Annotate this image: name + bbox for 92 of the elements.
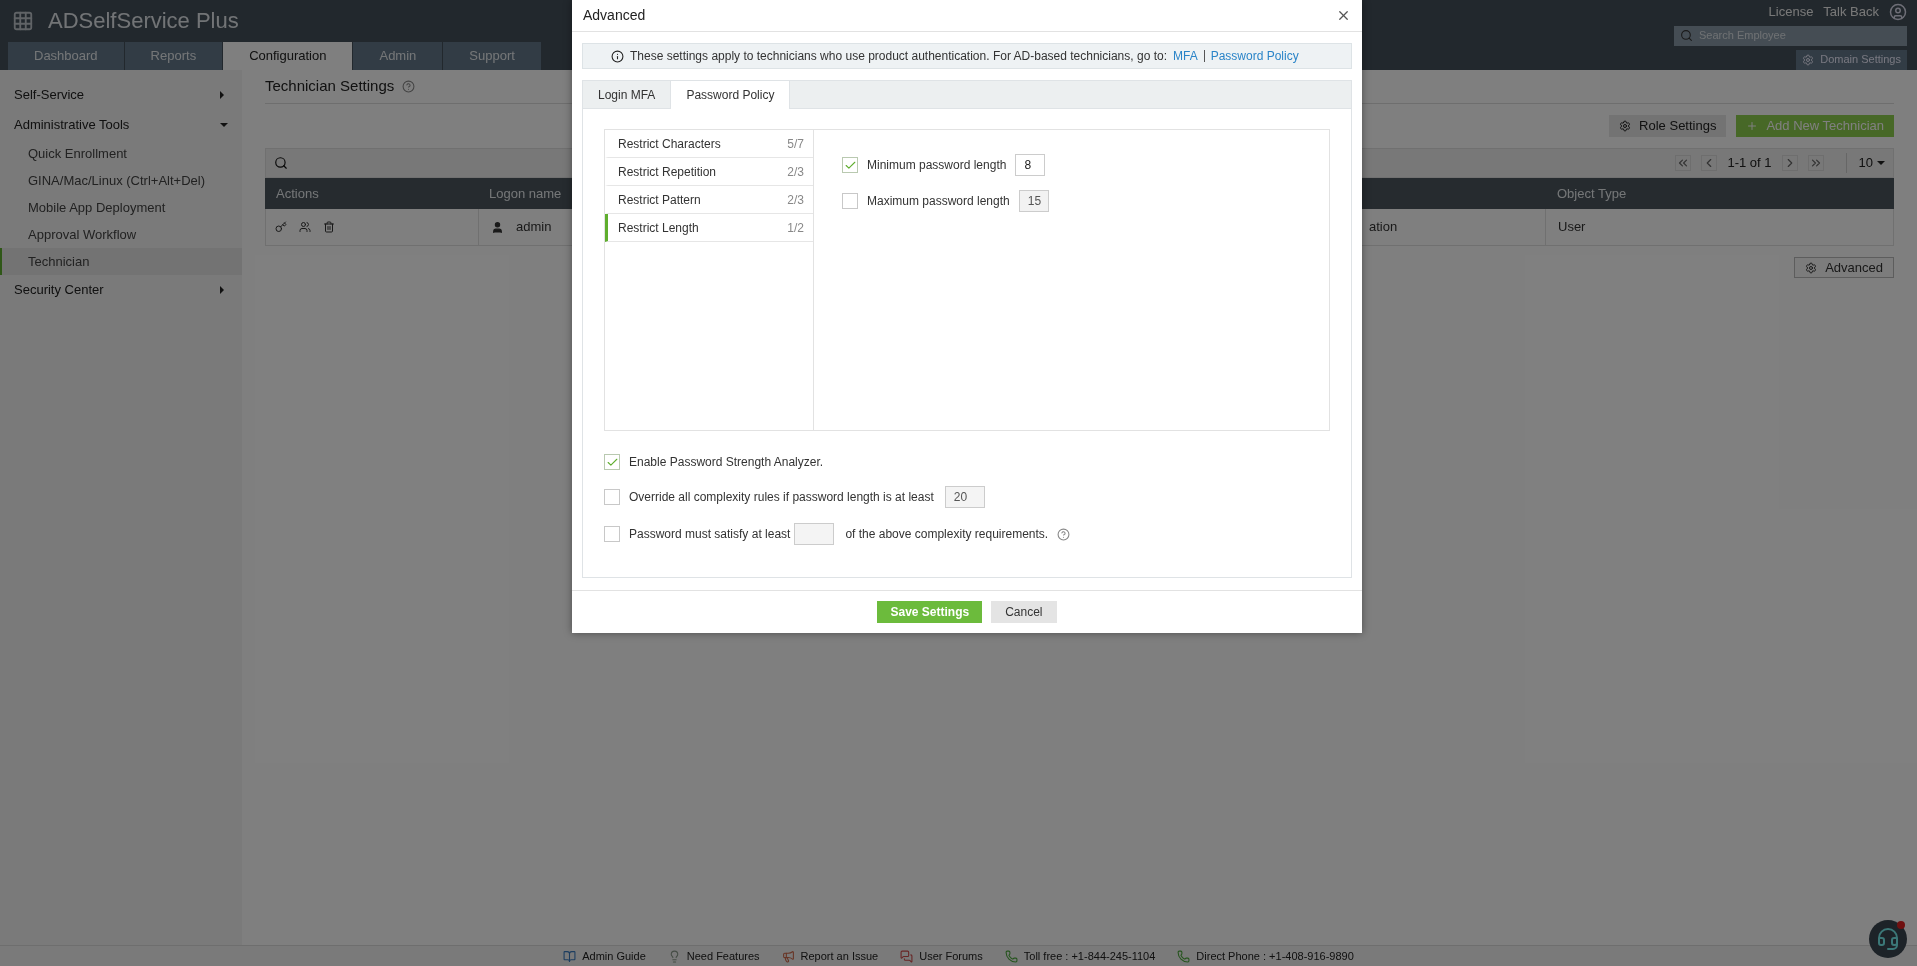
close-icon[interactable] — [1336, 8, 1351, 23]
gear-icon — [1802, 53, 1815, 66]
sidebar-item[interactable]: GINA/Mac/Linux (Ctrl+Alt+Del) — [0, 167, 242, 194]
rule-label: Maximum password length — [867, 193, 1010, 210]
phone-icon — [1004, 949, 1018, 963]
page-size-select[interactable]: 10 — [1845, 153, 1885, 173]
book-icon — [563, 949, 577, 963]
policy-category[interactable]: Restrict Pattern 2/3 — [605, 186, 813, 214]
input-field[interactable] — [794, 523, 835, 545]
key-icon[interactable] — [275, 221, 287, 233]
nav-tab[interactable]: Configuration — [223, 42, 353, 70]
info-text: These settings apply to technicians who use product authentication. For AD-based technicians, go to: — [630, 48, 1167, 65]
dialog-tab[interactable]: Password Policy — [670, 81, 791, 109]
page-title: Technician Settings — [265, 76, 395, 97]
app-logo: ADSelfService Plus — [48, 7, 239, 35]
option-label: Enable Password Strength Analyzer. — [629, 454, 824, 471]
header-link[interactable]: Talk Back — [1823, 2, 1879, 22]
info-link[interactable]: MFA — [1173, 47, 1198, 65]
footer-link[interactable]: Admin Guide — [563, 947, 646, 965]
header-link[interactable]: License — [1768, 2, 1814, 22]
nav-tab[interactable]: Support — [443, 42, 541, 70]
option-label: Override all complexity rules if password length is at least — [629, 489, 934, 506]
search-icon[interactable] — [274, 156, 288, 170]
footer-link[interactable]: Toll free : +1-844-245-1104 — [1004, 947, 1156, 965]
nav-tab[interactable]: Reports — [124, 42, 223, 70]
checkbox[interactable] — [842, 193, 858, 209]
gear-icon — [1619, 120, 1632, 132]
domain-settings-button[interactable]: Domain Settings — [1796, 49, 1907, 70]
dialog-title: Advanced — [583, 6, 646, 25]
help-icon[interactable] — [1057, 527, 1071, 541]
option-label: of the above complexity requirements. — [845, 526, 1049, 543]
support-chat-button[interactable] — [1869, 920, 1907, 958]
users-icon[interactable] — [299, 221, 311, 233]
input-field[interactable]: 20 — [944, 486, 985, 508]
headset-icon — [1876, 927, 1900, 951]
first-page-icon[interactable] — [1675, 155, 1692, 171]
page-range: 1-1 of 1 — [1727, 154, 1772, 173]
nav-tab[interactable]: Dashboard — [8, 42, 124, 70]
gear-icon — [1805, 261, 1818, 274]
next-page-icon[interactable] — [1781, 155, 1798, 171]
sidebar-section[interactable]: Administrative Tools — [0, 110, 242, 140]
table-cell-text: User — [1557, 218, 1586, 237]
plus-icon — [1746, 120, 1759, 132]
user-icon — [491, 220, 504, 234]
column-header: Logon name — [489, 185, 562, 201]
option-label: Password must satisfy at least — [629, 526, 791, 543]
category-count: 1/2 — [787, 219, 804, 237]
apps-grid-icon[interactable] — [12, 9, 34, 32]
sidebar-item[interactable]: Mobile App Deployment — [0, 194, 242, 221]
sidebar-item[interactable]: Quick Enrollment — [0, 140, 242, 167]
save-button[interactable]: Save Settings — [877, 601, 983, 623]
info-link[interactable]: Password Policy — [1210, 47, 1299, 65]
info-icon — [611, 49, 624, 63]
previous-page-icon[interactable] — [1701, 155, 1718, 171]
user-avatar-icon[interactable] — [1889, 2, 1907, 21]
cancel-button[interactable]: Cancel — [991, 601, 1057, 623]
sidebar-item[interactable]: Technician — [0, 248, 242, 275]
delete-icon[interactable] — [323, 221, 335, 233]
checkbox[interactable] — [842, 157, 858, 173]
category-count: 5/7 — [787, 135, 804, 153]
advanced-button[interactable]: Advanced — [1794, 257, 1894, 278]
footer-link[interactable]: Need Features — [667, 947, 760, 965]
footer-link[interactable]: User Forums — [900, 947, 983, 965]
footer-link[interactable]: Direct Phone : +1-408-916-9890 — [1177, 947, 1354, 965]
table-cell-text: ation — [1369, 218, 1398, 237]
checkbox[interactable] — [604, 454, 620, 470]
column-header: Actions — [275, 184, 320, 203]
category-count: 2/3 — [787, 163, 804, 181]
table-cell-text: admin — [516, 218, 552, 237]
rule-label: Minimum password length — [867, 157, 1007, 174]
phone-icon — [1177, 949, 1191, 963]
checkbox[interactable] — [604, 526, 620, 542]
policy-category[interactable]: Restrict Characters 5/7 — [605, 130, 813, 158]
megaphone-icon — [781, 949, 795, 963]
nav-tab[interactable]: Admin — [353, 42, 443, 70]
dialog-tab[interactable]: Login MFA — [583, 81, 671, 108]
policy-category[interactable]: Restrict Repetition 2/3 — [605, 158, 813, 186]
last-page-icon[interactable] — [1807, 155, 1824, 171]
sidebar-section[interactable]: Self-Service — [0, 80, 242, 110]
checkbox[interactable] — [604, 489, 620, 505]
search-icon — [1680, 29, 1693, 42]
column-header: Object Type — [1556, 184, 1627, 203]
policy-category[interactable]: Restrict Length 1/2 — [605, 214, 813, 242]
category-count: 2/3 — [787, 191, 804, 209]
input-field[interactable]: 8 — [1015, 154, 1046, 176]
input-field[interactable]: 15 — [1018, 190, 1049, 212]
footer-link[interactable]: Report an Issue — [781, 947, 879, 965]
help-icon[interactable] — [402, 80, 416, 93]
sidebar-item[interactable]: Approval Workflow — [0, 221, 242, 248]
role-settings-button[interactable]: Role Settings — [1609, 115, 1727, 137]
sidebar-section[interactable]: Security Center — [0, 275, 242, 305]
chat-icon — [900, 949, 914, 963]
